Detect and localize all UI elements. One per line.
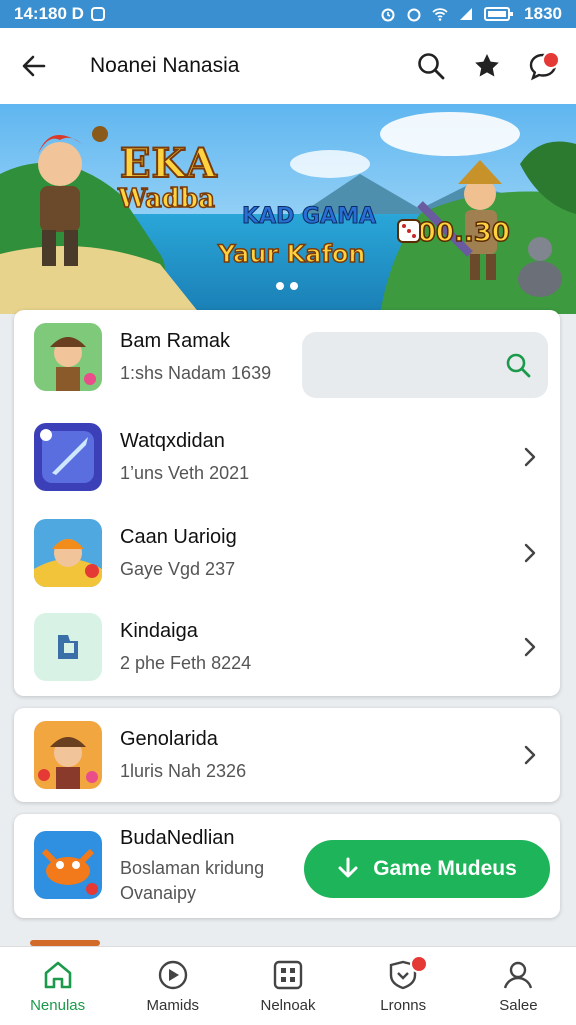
banner-title: EKA [119,139,218,188]
search-icon [506,353,531,378]
game-meta: 2 phe Feth 8224 [120,653,252,673]
list-item[interactable]: BudaNedlian Boslaman kridung Ovanaipy Ga… [14,818,560,912]
back-arrow-icon [22,55,46,77]
list-item[interactable]: Bam Ramak 1:ѕhs Nadam 1639 [14,310,560,404]
alarm-icon [381,8,395,22]
game-meta: Gaye Vgd 237 [120,559,236,579]
compass-icon [158,960,187,989]
game-list-card: Bam Ramak 1:ѕhs Nadam 1639 Watqxdidan 1’… [14,310,560,696]
chevron-right-icon [524,543,536,563]
status-left-text: 14:180 D [14,4,84,23]
banner-tagline: Yaur Kafon [217,239,366,269]
nav-label: Salee [499,996,538,1014]
list-item[interactable]: Genolarida 1luris Nah 2326 [14,708,560,802]
crab-game-icon [34,831,102,899]
banner-title-2: Wadba [117,183,216,215]
explorer-game-icon [34,323,102,391]
search-input[interactable] [302,332,548,398]
download-game-button[interactable]: Game Mudeus [304,840,550,898]
sword-game-icon [34,423,102,491]
notification-dot [542,51,560,69]
banner-subtitle: KAD GAMA [242,204,377,230]
nav-label: Nenulas [30,996,86,1014]
dice-icon [397,219,421,243]
app-bar: Noanei Nanasia [0,28,576,104]
flag-game-icon [34,613,102,681]
timer-icon [407,8,421,22]
page-title: Noanei Nanasia [90,54,240,77]
notification-dot [409,955,428,973]
nav-home[interactable]: Nenulas [0,947,115,1025]
carousel-indicator[interactable] [276,282,298,290]
game-name: Genolarida [120,728,218,750]
nav-profile[interactable]: Salee [461,947,576,1025]
game-meta: 1luris Nah 2326 [120,761,247,781]
game-list-card-2: Genolarida 1luris Nah 2326 [14,708,560,802]
profile-icon [504,961,533,988]
messages-button[interactable] [526,49,560,83]
favorites-button[interactable] [470,49,504,83]
nav-label: Mamids [146,996,200,1014]
grid-icon [273,960,303,989]
promo-banner[interactable]: +00..30 EKA Wadba KAD GAMA Yaur Kafon [0,104,576,314]
chevron-right-icon [524,447,536,467]
download-button-label: Game Mudeus [373,857,517,880]
nav-discover[interactable]: Mamids [115,947,230,1025]
wifi-icon [432,8,448,21]
status-time: 1830 [524,4,562,23]
game-name: Caan Uarioig [120,526,237,548]
coin-counter: +00..30 [395,217,510,249]
nav-label: Nelnoak [260,996,316,1014]
game-meta: 1’uns Veth 2021 [120,463,250,483]
star-icon [475,54,499,77]
nav-label: Lronns [380,996,427,1014]
search-button[interactable] [414,49,448,83]
download-arrow-icon [338,857,358,878]
game-name: Kindaiga [120,620,198,642]
list-item[interactable]: Watqxdidan 1’uns Veth 2021 [14,410,560,504]
back-button[interactable] [16,48,52,84]
list-item[interactable]: Caan Uarioig Gaye Vgd 237 [14,506,560,600]
battery-icon [484,7,514,21]
home-icon [44,961,71,988]
search-icon [418,53,445,80]
nav-rewards[interactable]: Lronns [346,947,461,1025]
featured-game-card: BudaNedlian Boslaman kridung Ovanaipy Ga… [14,814,560,918]
game-name: Watqxdidan [120,430,225,452]
app-notification-icon [90,7,105,21]
chevron-right-icon [524,637,536,657]
status-bar: 14:180 D 1830 [0,0,576,28]
adventurer-game-icon [34,721,102,789]
chevron-right-icon [524,745,536,765]
builder-game-icon [34,519,102,587]
bottom-navigation: Nenulas Mamids Nelnoak Lronns Salee [0,946,576,1025]
nav-library[interactable]: Nelnoak [230,947,345,1025]
list-item[interactable]: Kindaiga 2 phe Feth 8224 [14,600,560,694]
signal-icon [460,8,473,20]
